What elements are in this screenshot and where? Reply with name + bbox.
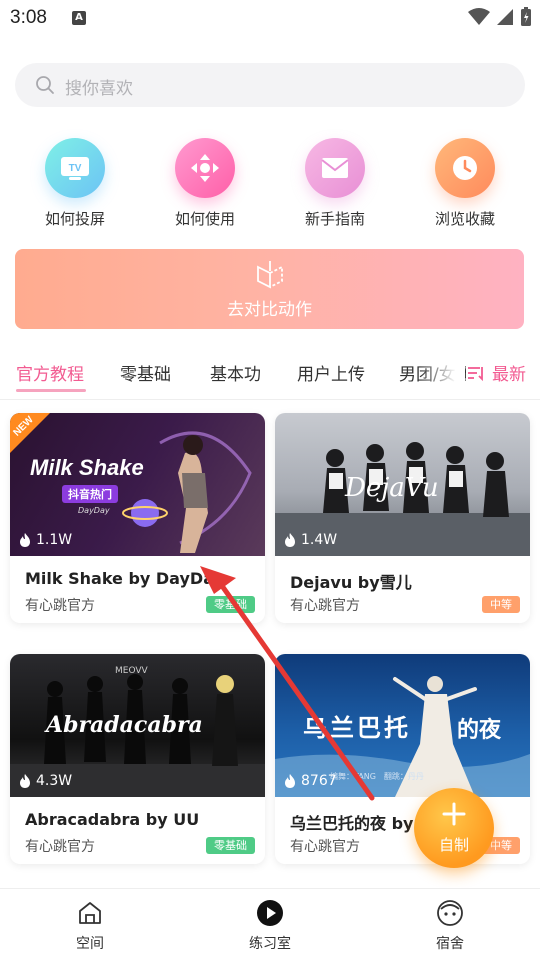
tab-basics[interactable]: 基本功 <box>210 360 261 385</box>
level-badge: 零基础 <box>206 596 255 613</box>
video-card[interactable]: DejaVu 1.4W Dejavu by雪儿 有心跳官方 中等 <box>275 413 530 623</box>
video-thumbnail: NEW Milk Shake 抖音热门 DayDay 1.1W <box>10 413 265 556</box>
card-author: 有心跳官方 <box>290 598 360 614</box>
thumb-title-2: 的夜 <box>457 718 502 743</box>
signal-icon <box>497 9 513 25</box>
status-bar: 3:08 A <box>0 0 540 38</box>
quick-action-guide[interactable]: 新手指南 <box>285 138 385 229</box>
wifi-icon <box>468 8 490 25</box>
video-thumbnail: 乌兰巴托 的夜 编舞：TANG 翻跳：丹丹 8767 <box>275 654 530 797</box>
card-author: 有心跳官方 <box>290 839 360 855</box>
nav-space[interactable]: 空间 <box>30 899 150 953</box>
video-thumbnail: DejaVu 1.4W <box>275 413 530 556</box>
create-button[interactable]: 自制 <box>414 788 494 868</box>
card-title: Abracadabra by UU <box>25 810 200 829</box>
quick-action-label: 新手指南 <box>304 210 365 228</box>
quick-action-screencast[interactable]: TV 如何投屏 <box>25 138 125 229</box>
view-count: 8767 <box>283 773 337 789</box>
search-icon <box>36 76 54 94</box>
quick-action-label: 浏览收藏 <box>434 210 495 228</box>
status-time: 3:08 <box>10 7 47 28</box>
thumb-subtitle: 抖音热门 <box>62 485 118 503</box>
thumb-caption: MEOVV <box>115 666 148 676</box>
sort-icon <box>468 366 483 381</box>
thumb-caption: DayDay <box>78 506 110 515</box>
nav-label: 宿舍 <box>436 936 464 952</box>
thumb-title: 乌兰巴托 <box>303 714 411 742</box>
tab-user-upload[interactable]: 用户上传 <box>297 360 365 385</box>
dpad-icon <box>175 138 235 198</box>
card-title: Milk Shake by DayDay <box>25 569 224 588</box>
view-count-value: 4.3W <box>36 773 73 789</box>
face-icon <box>390 899 510 927</box>
tab-official[interactable]: 官方教程 <box>16 360 84 385</box>
mail-icon <box>305 138 365 198</box>
bottom-navigation: 空间 练习室 宿舍 <box>0 888 540 960</box>
card-author: 有心跳官方 <box>25 839 95 855</box>
view-count-value: 1.4W <box>301 532 338 548</box>
level-badge: 中等 <box>482 596 520 613</box>
play-icon <box>210 899 330 927</box>
video-card[interactable]: MEOVV Abradacabra 4.3W Abracadabra by UU… <box>10 654 265 864</box>
compare-action-banner[interactable]: 去对比动作 <box>15 249 524 329</box>
flame-icon <box>285 533 295 547</box>
search-placeholder: 搜你喜欢 <box>65 79 133 99</box>
view-count: 1.1W <box>18 532 72 548</box>
quick-action-history[interactable]: 浏览收藏 <box>415 138 515 229</box>
nav-dorm[interactable]: 宿舍 <box>390 899 510 953</box>
thumb-title: Abradacabra <box>46 712 203 738</box>
battery-icon <box>521 7 531 26</box>
search-input[interactable]: 搜你喜欢 <box>15 63 525 107</box>
view-count-value: 8767 <box>301 773 337 789</box>
sort-button[interactable]: 最新 <box>466 360 526 385</box>
video-card[interactable]: NEW Milk Shake 抖音热门 DayDay 1.1W Milk Sha… <box>10 413 265 623</box>
category-tabs: 官方教程 零基础 基本功 用户上传 男团/女团 最新 <box>0 350 540 400</box>
plus-icon <box>442 802 466 826</box>
nav-label: 练习室 <box>249 936 291 952</box>
quick-action-label: 如何使用 <box>174 210 235 228</box>
active-tab-indicator <box>16 389 86 392</box>
tv-icon: TV <box>45 138 105 198</box>
sort-label: 最新 <box>492 365 526 385</box>
quick-action-label: 如何投屏 <box>44 210 105 228</box>
flame-icon <box>20 533 30 547</box>
tab-fade <box>420 354 465 390</box>
svg-text:TV: TV <box>69 163 82 174</box>
view-count-value: 1.1W <box>36 532 73 548</box>
thumb-title: DejaVu <box>345 473 439 503</box>
create-button-label: 自制 <box>438 836 469 854</box>
nav-practice-room[interactable]: 练习室 <box>210 899 330 953</box>
view-count: 4.3W <box>18 773 72 789</box>
card-title: Dejavu by雪儿 <box>290 573 412 592</box>
flame-icon <box>285 774 295 788</box>
status-indicators <box>468 7 532 27</box>
card-author: 有心跳官方 <box>25 598 95 614</box>
compare-icon <box>257 261 283 289</box>
card-title: 乌兰巴托的夜 by <box>290 814 414 833</box>
quick-action-how-to-use[interactable]: 如何使用 <box>155 138 255 229</box>
home-icon <box>30 899 150 927</box>
level-badge: 零基础 <box>206 837 255 854</box>
clock-icon <box>435 138 495 198</box>
thumb-caption: 编舞：TANG 翻跳：丹丹 <box>330 772 424 781</box>
nav-label: 空间 <box>76 936 104 952</box>
view-count: 1.4W <box>283 532 337 548</box>
thumb-title: Milk Shake <box>30 455 144 480</box>
video-thumbnail: MEOVV Abradacabra 4.3W <box>10 654 265 797</box>
compare-action-label: 去对比动作 <box>227 300 312 320</box>
notification-a-icon: A <box>72 11 86 25</box>
flame-icon <box>20 774 30 788</box>
tab-beginner[interactable]: 零基础 <box>120 360 171 385</box>
